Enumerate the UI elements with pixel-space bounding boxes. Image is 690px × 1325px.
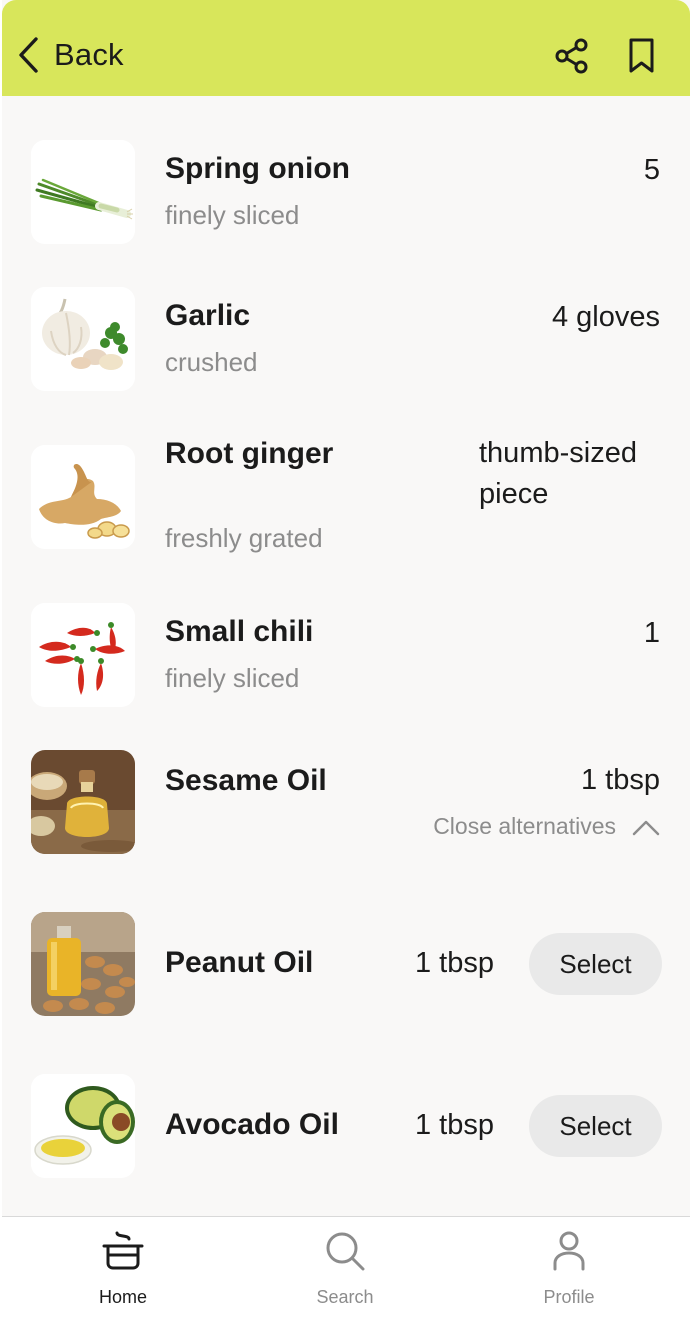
ginger-image — [31, 445, 135, 549]
alternative-quantity: 1 tbsp — [415, 1109, 494, 1141]
tab-label: Home — [98, 1287, 147, 1307]
list-item: Sesame Oil 1 tbsp Close alternatives — [2, 750, 690, 854]
tab-bar: Home Search Profile — [2, 1216, 690, 1325]
alternative-quantity: 1 tbsp — [415, 947, 494, 979]
select-button[interactable]: Select — [529, 1095, 662, 1157]
alternative-item: Peanut Oil 1 tbsp Select — [2, 912, 690, 1016]
avocado-oil-image — [31, 1074, 135, 1178]
screen: Back Spring onion finely sliced 5 Garlic… — [2, 0, 690, 1325]
tab-label: Profile — [543, 1287, 595, 1307]
ingredient-prep: freshly grated — [165, 523, 323, 553]
back-label: Back — [54, 37, 124, 72]
close-alternatives-button[interactable]: Close alternatives — [433, 813, 660, 840]
ingredient-name: Small chili — [165, 615, 314, 648]
garlic-image — [31, 287, 135, 391]
alternative-name: Avocado Oil — [165, 1108, 339, 1141]
sesame-oil-image — [31, 750, 135, 854]
ingredient-name: Spring onion — [165, 152, 350, 185]
tab-profile[interactable]: Profile — [494, 1217, 644, 1325]
tab-home[interactable]: Home — [48, 1217, 198, 1325]
pot-icon — [101, 1229, 145, 1273]
chevron-up-icon — [632, 817, 660, 837]
back-button[interactable]: Back — [16, 30, 124, 80]
alternative-name: Peanut Oil — [165, 946, 314, 979]
tab-label: Search — [316, 1287, 374, 1307]
top-bar: Back — [2, 0, 690, 96]
ingredient-quantity: 4 gloves — [551, 301, 660, 333]
ingredient-quantity: 1 — [643, 617, 660, 649]
list-item: Small chili finely sliced 1 — [2, 603, 690, 707]
ingredient-quantity: thumb-sized piece — [479, 437, 637, 510]
ingredient-name: Garlic — [165, 299, 251, 332]
select-button[interactable]: Select — [529, 933, 662, 995]
ingredient-quantity: 1 tbsp — [581, 764, 660, 796]
share-icon[interactable] — [552, 36, 592, 76]
ingredient-quantity: 5 — [643, 154, 660, 186]
ingredient-prep: finely sliced — [165, 663, 300, 693]
search-icon — [323, 1229, 367, 1273]
person-icon — [547, 1229, 591, 1273]
close-alternatives-label: Close alternatives — [433, 813, 616, 839]
list-item: Spring onion finely sliced 5 — [2, 140, 690, 244]
list-item: Root ginger freshly grated thumb-sized p… — [2, 437, 690, 557]
tab-search[interactable]: Search — [270, 1217, 420, 1325]
chevron-left-icon — [16, 35, 46, 75]
list-item: Garlic crushed 4 gloves — [2, 287, 690, 391]
peanut-oil-image — [31, 912, 135, 1016]
alternative-item: Avocado Oil 1 tbsp Select — [2, 1074, 690, 1178]
ingredient-prep: finely sliced — [165, 200, 300, 230]
ingredient-name: Sesame Oil — [165, 764, 327, 797]
ingredient-name: Root ginger — [165, 437, 334, 470]
chili-image — [31, 603, 135, 707]
spring-onion-image — [31, 140, 135, 244]
ingredient-prep: crushed — [165, 347, 258, 377]
bookmark-icon[interactable] — [622, 36, 662, 76]
